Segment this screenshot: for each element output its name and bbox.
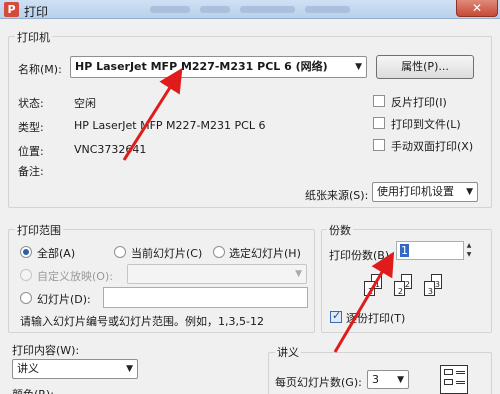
slides-per-page-select[interactable]: 3 ▼ — [367, 370, 409, 389]
chevron-down-icon: ▼ — [397, 375, 404, 385]
blurred-title-segment — [305, 6, 350, 13]
paper-source-label: 纸张来源(S): — [305, 189, 369, 202]
reverse-print-checkbox[interactable] — [373, 95, 385, 107]
copies-title: 份数 — [327, 222, 353, 238]
range-current-slide-label: 当前幻灯片(C) — [131, 247, 203, 260]
range-custom-show-label: 自定义放映(O): — [37, 270, 113, 283]
printer-group-title: 打印机 — [15, 29, 52, 45]
range-custom-show-radio[interactable] — [20, 269, 32, 281]
color-label: 颜色(R): — [12, 386, 54, 394]
collate-page-icon: 2 — [394, 281, 405, 296]
paper-source-value: 使用打印机设置 — [377, 185, 454, 198]
properties-button[interactable]: 属性(P)... — [376, 55, 474, 79]
slides-range-input[interactable] — [103, 287, 308, 308]
collate-page-icon: 3 — [424, 281, 435, 296]
blurred-title-segment — [150, 6, 190, 13]
handout-layout-icon — [440, 365, 468, 394]
manual-duplex-label: 手动双面打印(X) — [391, 140, 474, 153]
blurred-title-segment — [200, 6, 230, 13]
collate-page-icon: 1 — [364, 281, 375, 296]
chevron-down-icon: ▼ — [295, 269, 302, 279]
spin-up-icon[interactable]: ▲ — [464, 241, 474, 250]
range-all-radio[interactable] — [20, 246, 32, 258]
print-content-select[interactable]: 讲义 ▼ — [12, 359, 138, 379]
wps-logo-icon: P — [4, 2, 19, 17]
print-to-file-label: 打印到文件(L) — [391, 118, 461, 131]
print-content-value: 讲义 — [17, 362, 39, 375]
copies-count-input[interactable]: 1 — [396, 241, 464, 260]
manual-duplex-checkbox[interactable] — [373, 139, 385, 151]
custom-show-select[interactable]: ▼ — [127, 264, 307, 284]
comment-label: 备注: — [18, 165, 44, 178]
range-hint: 请输入幻灯片编号或幻灯片范围。例如，1,3,5-12 — [20, 315, 264, 328]
print-range-title: 打印范围 — [15, 222, 63, 238]
copies-count-value: 1 — [400, 244, 409, 257]
chevron-down-icon: ▼ — [466, 187, 473, 197]
range-current-slide-radio[interactable] — [114, 246, 126, 258]
window-title: 打印 — [24, 5, 49, 19]
copies-spinner[interactable]: ▲ ▼ — [464, 241, 474, 259]
collate-checkbox[interactable] — [330, 309, 342, 323]
blurred-title-segment — [240, 6, 295, 13]
chevron-down-icon: ▼ — [355, 62, 362, 72]
range-selected-slides-radio[interactable] — [213, 246, 225, 258]
paper-source-select[interactable]: 使用打印机设置 ▼ — [372, 182, 478, 202]
collate-label: 逐份打印(T) — [346, 312, 406, 325]
printer-name-value: HP LaserJet MFP M227-M231 PCL 6 (网络) — [75, 60, 328, 73]
range-all-label: 全部(A) — [37, 247, 76, 260]
type-label: 类型: — [18, 121, 44, 134]
range-slides-label: 幻灯片(D): — [37, 293, 91, 306]
status-value: 空闲 — [74, 97, 96, 110]
status-label: 状态: — [18, 97, 44, 110]
reverse-print-label: 反片打印(I) — [391, 96, 447, 109]
range-selected-slides-label: 选定幻灯片(H) — [229, 247, 301, 260]
slides-per-page-value: 3 — [372, 373, 379, 386]
printer-name-select[interactable]: HP LaserJet MFP M227-M231 PCL 6 (网络) ▼ — [70, 56, 367, 78]
close-button[interactable]: ✕ — [456, 0, 498, 17]
spin-down-icon[interactable]: ▼ — [464, 250, 474, 259]
title-bar: P 打印 ✕ — [0, 0, 500, 19]
location-value: VNC3732641 — [74, 143, 147, 156]
copies-count-label: 打印份数(B): — [329, 249, 393, 262]
chevron-down-icon: ▼ — [126, 364, 133, 374]
range-slides-radio[interactable] — [20, 292, 32, 304]
slides-per-page-label: 每页幻灯片数(G): — [275, 376, 362, 389]
print-content-label: 打印内容(W): — [12, 344, 80, 357]
type-value: HP LaserJet MFP M227-M231 PCL 6 — [74, 119, 266, 132]
handout-title: 讲义 — [275, 344, 301, 360]
location-label: 位置: — [18, 145, 44, 158]
printer-name-label: 名称(M): — [18, 63, 62, 76]
print-to-file-checkbox[interactable] — [373, 117, 385, 129]
